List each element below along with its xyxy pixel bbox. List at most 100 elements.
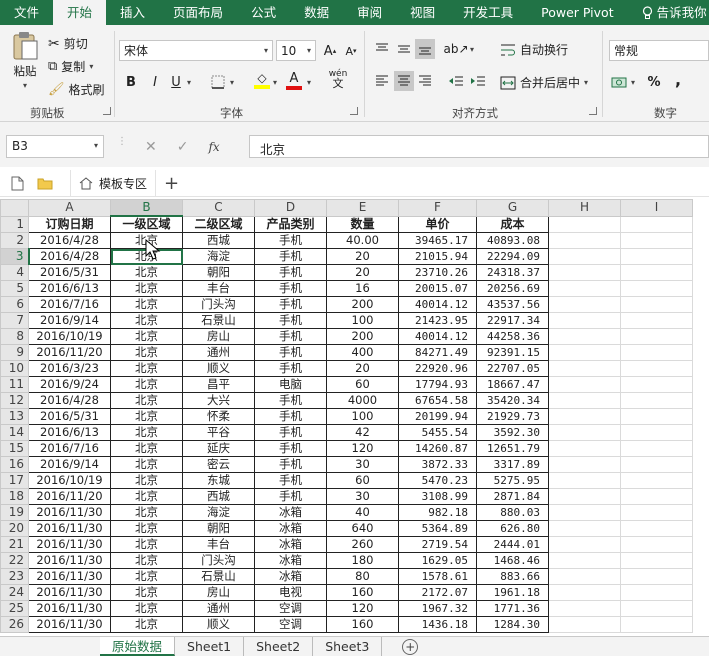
data-cell[interactable]: 手机 [254, 392, 327, 409]
orientation-icon[interactable]: ab↗ [443, 39, 468, 59]
align-right-icon[interactable] [415, 71, 435, 91]
empty-cell[interactable] [548, 408, 621, 425]
tab-page-layout[interactable]: 页面布局 [159, 0, 237, 25]
merge-center-button[interactable]: 合并后居中 ▾ [500, 74, 588, 91]
row-header[interactable]: 3 [0, 248, 30, 265]
data-cell[interactable]: 43537.56 [476, 296, 549, 313]
data-cell[interactable]: 冰箱 [254, 504, 327, 521]
column-header-e[interactable]: E [326, 199, 399, 217]
row-header[interactable]: 22 [0, 552, 29, 569]
empty-cell[interactable] [620, 280, 693, 297]
row-header[interactable]: 25 [0, 600, 29, 617]
data-cell[interactable]: 冰箱 [254, 520, 327, 537]
empty-cell[interactable] [620, 568, 693, 585]
empty-cell[interactable] [620, 215, 693, 233]
empty-cell[interactable] [620, 440, 693, 457]
column-header-b[interactable]: B [110, 199, 183, 217]
data-cell[interactable]: 5364.89 [398, 520, 477, 537]
data-cell[interactable]: 北京 [110, 392, 183, 409]
data-cell[interactable]: 大兴 [182, 392, 255, 409]
row-header[interactable]: 9 [0, 344, 29, 361]
empty-cell[interactable] [548, 440, 621, 457]
data-cell[interactable]: 3592.30 [476, 424, 549, 441]
row-header[interactable]: 17 [0, 472, 29, 489]
enter-icon[interactable]: ✓ [177, 139, 189, 155]
data-cell[interactable]: 西城 [182, 488, 255, 505]
data-cell[interactable]: 60 [326, 472, 399, 489]
empty-cell[interactable] [548, 232, 621, 249]
column-title-cell[interactable]: 单价 [398, 215, 477, 233]
data-cell[interactable]: 1436.18 [398, 616, 477, 633]
data-cell[interactable]: 21015.94 [398, 248, 477, 265]
data-cell[interactable]: 5455.54 [398, 424, 477, 441]
data-cell[interactable]: 2016/7/16 [28, 440, 111, 457]
comma-style-button[interactable]: , [668, 69, 688, 89]
font-dialog-launcher-icon[interactable] [350, 107, 358, 115]
data-cell[interactable]: 40 [326, 504, 399, 521]
data-cell[interactable]: 海淀 [182, 504, 255, 521]
row-header[interactable]: 10 [0, 360, 29, 377]
number-format-select[interactable]: 常规 [609, 40, 709, 61]
data-cell[interactable]: 3317.89 [476, 456, 549, 473]
data-cell[interactable]: 北京 [110, 456, 183, 473]
data-cell[interactable]: 20 [326, 264, 399, 281]
empty-cell[interactable] [620, 536, 693, 553]
data-cell[interactable]: 北京 [110, 264, 183, 281]
data-cell[interactable]: 房山 [182, 584, 255, 601]
format-painter-button[interactable]: 🖌 格式刷 [48, 81, 105, 98]
drag-handle-icon[interactable]: ⋮ [117, 137, 127, 147]
sheet-tab-sheet2[interactable]: Sheet2 [244, 637, 314, 656]
data-cell[interactable]: 空调 [254, 600, 327, 617]
data-cell[interactable]: 982.18 [398, 504, 477, 521]
data-cell[interactable]: 20 [326, 248, 399, 265]
data-cell[interactable]: 北京 [110, 504, 183, 521]
row-header[interactable]: 4 [0, 264, 29, 281]
data-cell[interactable]: 1629.05 [398, 552, 477, 569]
data-cell[interactable]: 北京 [110, 376, 183, 393]
empty-cell[interactable] [548, 424, 621, 441]
sheet-tab-sheet1[interactable]: Sheet1 [175, 637, 245, 656]
data-cell[interactable]: 冰箱 [254, 536, 327, 553]
data-cell[interactable]: 通州 [182, 344, 255, 361]
data-cell[interactable]: 60 [326, 376, 399, 393]
row-header[interactable]: 12 [0, 392, 29, 409]
empty-cell[interactable] [620, 616, 693, 633]
data-cell[interactable]: 丰台 [182, 280, 255, 297]
data-cell[interactable]: 17794.93 [398, 376, 477, 393]
empty-cell[interactable] [620, 488, 693, 505]
data-cell[interactable]: 北京 [110, 232, 183, 249]
accounting-format-icon[interactable] [609, 72, 629, 92]
row-header[interactable]: 15 [0, 440, 29, 457]
data-cell[interactable]: 2016/11/30 [28, 536, 111, 553]
add-sheet-icon[interactable]: + [402, 639, 419, 655]
data-cell[interactable]: 200 [326, 296, 399, 313]
data-cell[interactable]: 30 [326, 488, 399, 505]
data-cell[interactable]: 石景山 [182, 568, 255, 585]
data-cell[interactable]: 2016/4/28 [28, 392, 111, 409]
data-cell[interactable]: 18667.47 [476, 376, 549, 393]
data-cell[interactable]: 手机 [254, 360, 327, 377]
column-title-cell[interactable]: 数量 [326, 215, 399, 233]
formula-input[interactable]: 北京 [249, 135, 709, 158]
data-cell[interactable]: 44258.36 [476, 328, 549, 345]
new-file-icon[interactable] [6, 172, 28, 194]
data-cell[interactable]: 西城 [182, 232, 255, 249]
data-cell[interactable]: 39465.17 [398, 232, 477, 249]
column-title-cell[interactable]: 成本 [476, 215, 549, 233]
phonetic-guide-icon[interactable]: wén 文 [328, 69, 348, 89]
data-cell[interactable]: 2016/11/30 [28, 552, 111, 569]
data-cell[interactable]: 东城 [182, 472, 255, 489]
data-cell[interactable]: 顺义 [182, 360, 255, 377]
data-cell[interactable]: 80 [326, 568, 399, 585]
add-tab-icon[interactable]: + [164, 173, 179, 194]
data-cell[interactable]: 120 [326, 440, 399, 457]
data-cell[interactable]: 北京 [110, 584, 183, 601]
bold-button[interactable]: B [121, 72, 141, 92]
data-cell[interactable]: 手机 [254, 440, 327, 457]
data-cell[interactable]: 40893.08 [476, 232, 549, 249]
column-header-i[interactable]: I [620, 199, 693, 217]
data-cell[interactable]: 22707.05 [476, 360, 549, 377]
data-cell[interactable]: 1578.61 [398, 568, 477, 585]
data-cell[interactable]: 昌平 [182, 376, 255, 393]
data-cell[interactable]: 手机 [254, 488, 327, 505]
